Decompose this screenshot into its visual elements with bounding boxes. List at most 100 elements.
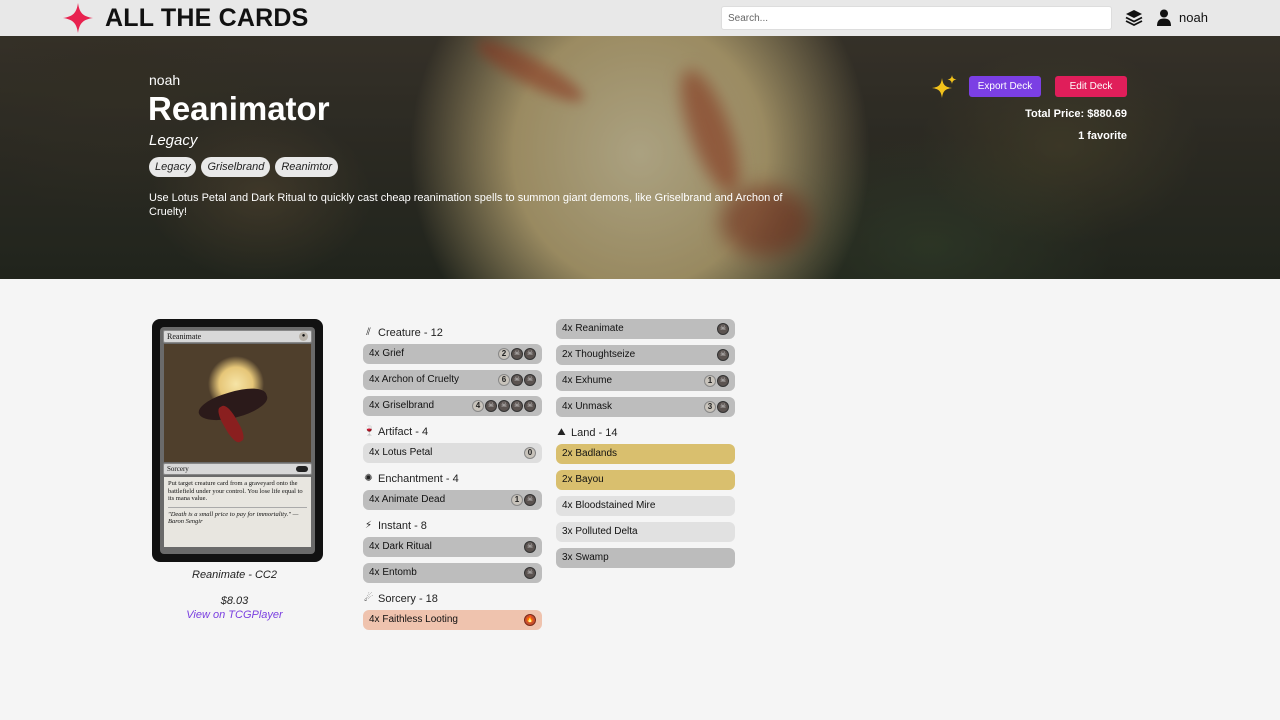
card-type-section: ✺ Enchantment - 4 4x Animate Dead 1 ☠	[363, 471, 542, 510]
card-row-label: 4x Archon of Cruelty	[369, 374, 460, 385]
enchantment-icon: ✺	[364, 473, 373, 484]
edit-deck-button[interactable]: Edit Deck	[1055, 76, 1127, 97]
card-row[interactable]: 4x Lotus Petal 0	[363, 443, 542, 463]
tag-chip[interactable]: Legacy	[149, 157, 197, 177]
black-mana-icon: ☠	[511, 400, 523, 412]
card-flavor-text: "Death is a small price to pay for immor…	[168, 506, 307, 526]
set-symbol-icon	[296, 466, 308, 472]
deck-format: Legacy	[149, 132, 198, 149]
sparkle-icon[interactable]	[932, 74, 958, 100]
card-row[interactable]: 2x Bayou	[556, 470, 735, 490]
decklist-column-1: ⫽ Creature - 12 4x Grief 2 ☠ ☠ 4x Archon of Cr…	[363, 325, 542, 638]
black-mana-icon: ☠	[524, 348, 536, 360]
card-row[interactable]: 4x Unmask 3 ☠	[556, 397, 735, 417]
card-price: $8.03	[220, 595, 249, 607]
section-heading: ✺ Enchantment - 4	[363, 471, 542, 486]
section-title: Creature - 12	[378, 326, 443, 339]
layers-icon[interactable]	[1124, 8, 1144, 28]
card-row[interactable]: 4x Entomb ☠	[363, 563, 542, 583]
tag-chip[interactable]: Griselbrand	[201, 157, 271, 177]
black-mana-icon: ☠	[717, 349, 729, 361]
card-row[interactable]: 4x Exhume 1 ☠	[556, 371, 735, 391]
card-row-label: 4x Grief	[369, 348, 405, 359]
section-heading: 🍷 Artifact - 4	[363, 424, 542, 439]
card-row-label: 3x Swamp	[562, 552, 609, 563]
mana-cost: ☠	[717, 349, 729, 361]
search-input[interactable]	[721, 6, 1112, 30]
section-heading: ⫽ Creature - 12	[363, 325, 542, 340]
generic-mana-icon: 2	[498, 348, 510, 360]
black-mana-icon: ☠	[717, 323, 729, 335]
decklist-column-2: 4x Reanimate ☠ 2x Thoughtseize ☠ 4x Exhume 1 ☠…	[556, 319, 735, 576]
card-row-label: 2x Bayou	[562, 474, 604, 485]
favorite-count: 1 favorite	[1078, 130, 1127, 142]
export-deck-button[interactable]: Export Deck	[969, 76, 1041, 97]
card-row[interactable]: 4x Reanimate ☠	[556, 319, 735, 339]
section-heading: ☄ Sorcery - 18	[363, 591, 542, 606]
top-nav-bar: ALL THE CARDS noah	[0, 0, 1280, 36]
card-name: Reanimate ●	[163, 330, 312, 343]
black-mana-icon: ☠	[524, 400, 536, 412]
card-row[interactable]: 4x Grief 2 ☠ ☠	[363, 344, 542, 364]
mana-cost: 2 ☠ ☠	[498, 348, 536, 360]
user-icon[interactable]	[1156, 9, 1172, 26]
card-row[interactable]: 3x Polluted Delta	[556, 522, 735, 542]
mana-cost: ☠	[717, 323, 729, 335]
mana-cost: ☠	[524, 541, 536, 553]
land-icon: ⛰	[557, 427, 566, 438]
generic-mana-icon: 6	[498, 374, 510, 386]
card-row[interactable]: 2x Badlands	[556, 444, 735, 464]
section-heading: ⚡ Instant - 8	[363, 518, 542, 533]
black-mana-icon: ☠	[498, 400, 510, 412]
deck-description: Use Lotus Petal and Dark Ritual to quick…	[149, 192, 783, 218]
card-row-label: 2x Badlands	[562, 448, 618, 459]
card-type-section: ⛰ Land - 14 2x Badlands 2x Bayou 4x Bloodsta…	[556, 425, 735, 568]
card-row[interactable]: 4x Faithless Looting 🔥	[363, 610, 542, 630]
mana-cost: 🔥	[524, 614, 536, 626]
card-caption: Reanimate - CC2	[192, 569, 277, 581]
mana-cost: 4 ☠ ☠ ☠ ☠	[472, 400, 536, 412]
section-title: Instant - 8	[378, 519, 427, 532]
card-row[interactable]: 3x Swamp	[556, 548, 735, 568]
card-row-label: 4x Bloodstained Mire	[562, 500, 656, 511]
black-mana-icon: ☠	[717, 401, 729, 413]
tcgplayer-link[interactable]: View on TCGPlayer	[152, 609, 317, 621]
card-type-line: Sorcery	[163, 463, 312, 475]
card-art	[164, 344, 311, 462]
tag-chip[interactable]: Reanimtor	[275, 157, 339, 177]
card-row-label: 4x Entomb	[369, 567, 417, 578]
card-type-section: ⫽ Creature - 12 4x Grief 2 ☠ ☠ 4x Archon of Cr…	[363, 325, 542, 416]
section-title: Artifact - 4	[378, 425, 429, 438]
card-row[interactable]: 4x Dark Ritual ☠	[363, 537, 542, 557]
card-row[interactable]: 4x Animate Dead 1 ☠	[363, 490, 542, 510]
card-row[interactable]: 4x Archon of Cruelty 6 ☠ ☠	[363, 370, 542, 390]
mana-cost: ☠	[524, 567, 536, 579]
mana-cost: 3 ☠	[704, 401, 729, 413]
deck-owner[interactable]: noah	[149, 72, 180, 88]
black-mana-icon: ☠	[511, 348, 523, 360]
brand-star-icon[interactable]	[62, 2, 94, 34]
card-type-section: ⚡ Instant - 8 4x Dark Ritual ☠ 4x Entomb ☠	[363, 518, 542, 583]
creature-icon: ⫽	[366, 327, 371, 338]
card-row-label: 2x Thoughtseize	[562, 349, 636, 360]
card-row-label: 4x Reanimate	[562, 323, 624, 334]
card-row[interactable]: 4x Griselbrand 4 ☠ ☠ ☠ ☠	[363, 396, 542, 416]
red-mana-icon: 🔥	[524, 614, 536, 626]
brand-name[interactable]: ALL THE CARDS	[105, 2, 309, 34]
total-price: Total Price: $880.69	[1025, 108, 1127, 120]
card-row-label: 4x Faithless Looting	[369, 614, 458, 625]
black-mana-icon: ☠	[511, 374, 523, 386]
mana-cost: 1 ☠	[704, 375, 729, 387]
generic-mana-icon: 1	[511, 494, 523, 506]
card-type-section: ☄ Sorcery - 18 4x Faithless Looting 🔥	[363, 591, 542, 630]
card-row[interactable]: 2x Thoughtseize ☠	[556, 345, 735, 365]
black-mana-icon: ☠	[524, 494, 536, 506]
user-name-label[interactable]: noah	[1179, 10, 1208, 25]
card-row-label: 4x Unmask	[562, 401, 613, 412]
mana-cost: 6 ☠ ☠	[498, 374, 536, 386]
card-row[interactable]: 4x Bloodstained Mire	[556, 496, 735, 516]
card-row-label: 4x Exhume	[562, 375, 613, 386]
generic-mana-icon: 3	[704, 401, 716, 413]
tag-list: Legacy Griselbrand Reanimtor	[149, 157, 339, 177]
instant-icon: ⚡	[364, 520, 373, 531]
